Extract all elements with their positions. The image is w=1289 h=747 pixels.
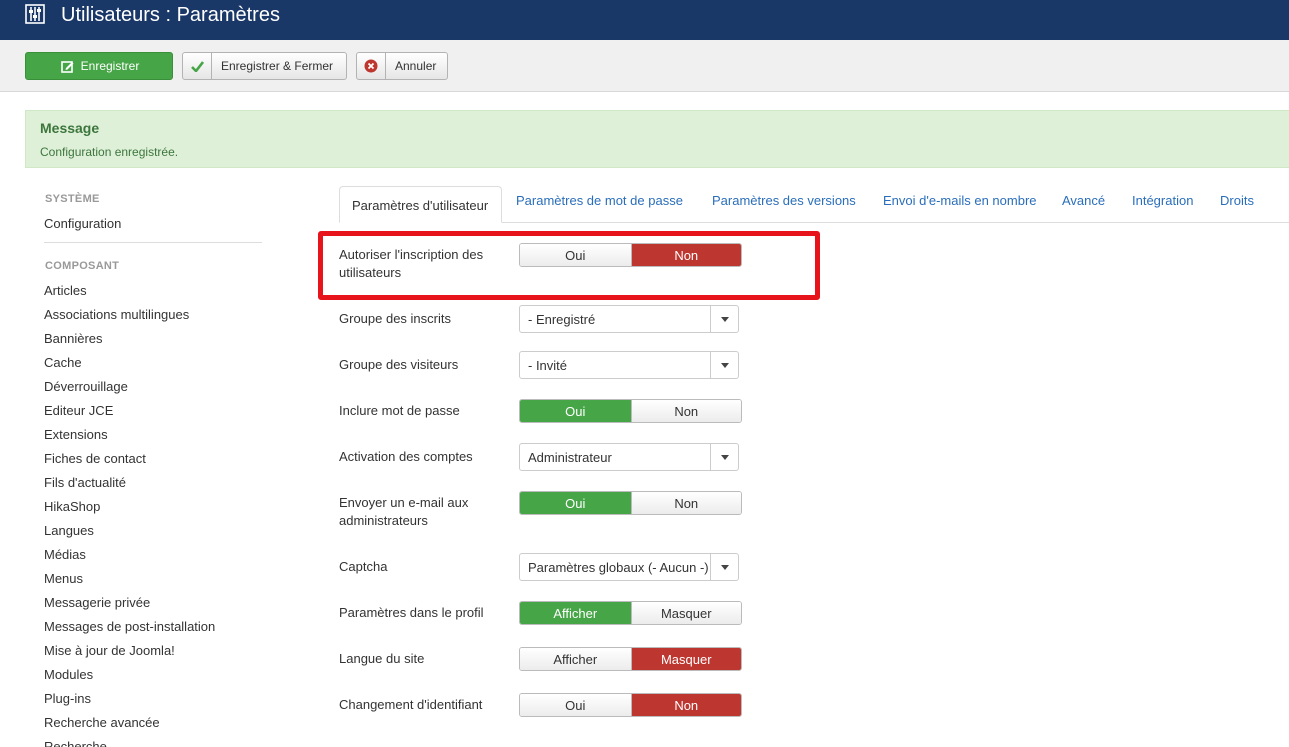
page-title: Utilisateurs : Paramètres — [61, 4, 280, 26]
sidebar-item[interactable]: Bannières — [44, 331, 103, 346]
tab-permissions[interactable]: Droits — [1220, 193, 1254, 208]
alert-heading: Message — [40, 120, 100, 136]
edit-icon — [59, 53, 77, 79]
send-password-toggle: Oui Non — [519, 399, 742, 423]
profile-params-toggle: Afficher Masquer — [519, 601, 742, 625]
site-language-toggle: Afficher Masquer — [519, 647, 742, 671]
send-password-no[interactable]: Non — [630, 400, 741, 422]
tab-advanced[interactable]: Avancé — [1062, 193, 1105, 208]
save-button[interactable]: Enregistrer — [25, 52, 173, 80]
guest-group-value: - Invité — [528, 358, 568, 373]
captcha-select[interactable]: Paramètres globaux (- Aucun -) — [519, 553, 739, 581]
check-icon — [183, 53, 212, 79]
caret-down-icon — [710, 444, 738, 470]
sidebar-item[interactable]: Mise à jour de Joomla! — [44, 643, 175, 658]
captcha-value: Paramètres globaux (- Aucun -) — [528, 560, 709, 575]
sidebar-item[interactable]: Articles — [44, 283, 87, 298]
change-login-label: Changement d'identifiant — [339, 697, 483, 712]
sidebar-item[interactable]: Extensions — [44, 427, 108, 442]
sidebar-item[interactable]: Messages de post-installation — [44, 619, 215, 634]
notify-admins-toggle: Oui Non — [519, 491, 742, 515]
guest-group-select[interactable]: - Invité — [519, 351, 739, 379]
caret-down-icon — [710, 554, 738, 580]
sidebar-item[interactable]: Editeur JCE — [44, 403, 113, 418]
activation-label: Activation des comptes — [339, 449, 473, 464]
caret-down-icon — [710, 306, 738, 332]
notify-admins-label: Envoyer un e-mail aux administrateurs — [339, 495, 469, 528]
profile-params-show[interactable]: Afficher — [520, 602, 631, 624]
tab-user-options[interactable]: Paramètres d'utilisateur — [339, 186, 503, 223]
activation-value: Administrateur — [528, 450, 612, 465]
sidebar-item[interactable]: Cache — [44, 355, 82, 370]
sidebar-item[interactable]: HikaShop — [44, 499, 100, 514]
site-language-label: Langue du site — [339, 651, 425, 666]
save-close-button[interactable]: Enregistrer & Fermer — [182, 52, 347, 80]
tab-password-options[interactable]: Paramètres de mot de passe — [516, 193, 683, 208]
sliders-icon — [25, 4, 45, 24]
send-password-label: Inclure mot de passe — [339, 403, 460, 418]
notify-admins-no[interactable]: Non — [630, 492, 741, 514]
sidebar-item[interactable]: Fiches de contact — [44, 451, 146, 466]
sidebar-item[interactable]: Médias — [44, 547, 86, 562]
save-close-label: Enregistrer & Fermer — [221, 59, 334, 73]
alert-message: Configuration enregistrée. — [40, 145, 179, 159]
captcha-label: Captcha — [339, 559, 388, 574]
highlight-box — [318, 231, 820, 300]
cancel-label: Annuler — [395, 59, 437, 73]
toolbar: Enregistrer Enregistrer & Fermer Annuler — [0, 40, 1289, 92]
change-login-yes[interactable]: Oui — [520, 694, 631, 716]
page-header: Utilisateurs : Paramètres — [0, 0, 1289, 40]
new-user-group-label: Groupe des inscrits — [339, 311, 451, 326]
sidebar-divider — [44, 242, 262, 243]
sidebar-heading-system: SYSTÈME — [45, 193, 100, 205]
cancel-button[interactable]: Annuler — [356, 52, 448, 80]
guest-group-label: Groupe des visiteurs — [339, 357, 459, 372]
notify-admins-yes[interactable]: Oui — [520, 492, 631, 514]
success-alert: Message Configuration enregistrée. — [25, 110, 1289, 168]
new-user-group-select[interactable]: - Enregistré — [519, 305, 739, 333]
site-language-show[interactable]: Afficher — [520, 648, 631, 670]
sidebar-heading-component: COMPOSANT — [45, 260, 120, 272]
sidebar-item[interactable]: Plug-ins — [44, 691, 91, 706]
sidebar-item[interactable]: Associations multilingues — [44, 307, 189, 322]
tab-mass-mail[interactable]: Envoi d'e-mails en nombre — [883, 193, 1037, 208]
sidebar-item[interactable]: Recherche avancée — [44, 715, 160, 730]
sidebar-item[interactable]: Déverrouillage — [44, 379, 128, 394]
save-button-label: Enregistrer — [80, 59, 140, 73]
cancel-icon — [357, 53, 386, 79]
sidebar-item[interactable]: Messagerie privée — [44, 595, 150, 610]
site-language-hide[interactable]: Masquer — [630, 648, 741, 670]
profile-params-hide[interactable]: Masquer — [630, 602, 741, 624]
send-password-yes[interactable]: Oui — [520, 400, 631, 422]
change-login-no[interactable]: Non — [630, 694, 741, 716]
sidebar-item[interactable]: Langues — [44, 523, 94, 538]
new-user-group-value: - Enregistré — [528, 312, 596, 327]
tab-integration[interactable]: Intégration — [1132, 193, 1193, 208]
tab-history[interactable]: Paramètres des versions — [712, 193, 856, 208]
profile-params-label: Paramètres dans le profil — [339, 605, 484, 620]
sidebar-item[interactable]: Fils d'actualité — [44, 475, 126, 490]
caret-down-icon — [710, 352, 738, 378]
sidebar-item-configuration[interactable]: Configuration — [44, 216, 121, 231]
sidebar-item[interactable]: Recherche — [44, 739, 107, 747]
sidebar-item[interactable]: Menus — [44, 571, 83, 586]
sidebar-item[interactable]: Modules — [44, 667, 93, 682]
activation-select[interactable]: Administrateur — [519, 443, 739, 471]
change-login-toggle: Oui Non — [519, 693, 742, 717]
